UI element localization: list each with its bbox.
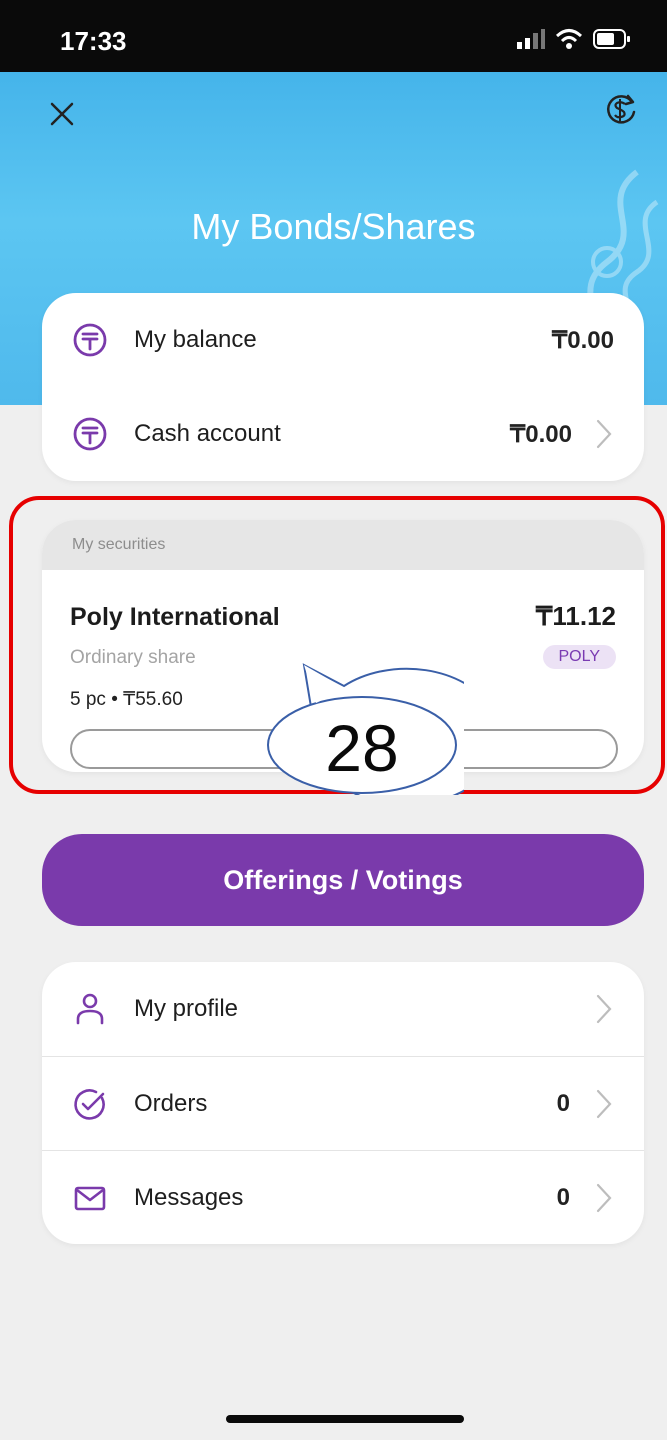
wifi-icon (555, 29, 583, 49)
currency-exchange-icon[interactable] (602, 90, 640, 128)
menu-label-orders: Orders (134, 1089, 208, 1117)
tenge-icon (73, 323, 107, 357)
page-title: My Bonds/Shares (191, 206, 476, 247)
menu-card: My profile Orders 0 Messages 0 (42, 962, 644, 1244)
my-balance-row: My balance ₸0.00 (42, 293, 644, 387)
offerings-votings-button[interactable]: Offerings / Votings (42, 834, 644, 926)
menu-label-my-profile: My profile (134, 995, 239, 1022)
battery-icon (593, 29, 630, 49)
menu-item-orders[interactable]: Orders 0 (42, 1056, 644, 1150)
user-icon (76, 993, 104, 1025)
tenge-icon (73, 417, 107, 451)
home-indicator[interactable] (226, 1415, 464, 1423)
orders-count: 0 (556, 1089, 570, 1117)
status-bar: 17:33 (0, 0, 667, 72)
my-balance-value: ₸0.00 (552, 326, 614, 354)
menu-item-my-profile[interactable]: My profile (42, 962, 644, 1056)
cash-account-row[interactable]: Cash account ₸0.00 (42, 387, 644, 481)
menu-label-messages: Messages (134, 1183, 244, 1211)
signal-icon (517, 29, 545, 49)
chevron-right-icon (596, 1183, 612, 1212)
my-balance-label: My balance (134, 326, 257, 353)
envelope-icon (74, 1186, 106, 1210)
balance-card: My balance ₸0.00 Cash account ₸0.00 (42, 293, 644, 481)
cash-account-label: Cash account (134, 420, 281, 447)
chevron-right-icon (596, 994, 612, 1024)
messages-count: 0 (556, 1183, 570, 1211)
chevron-right-icon (596, 1089, 612, 1118)
menu-item-messages[interactable]: Messages 0 (42, 1150, 644, 1244)
chevron-right-icon (596, 419, 612, 449)
annotation-number: 28 (325, 711, 399, 785)
check-circle-icon (74, 1088, 105, 1120)
cash-account-value: ₸0.00 (510, 420, 572, 448)
status-time: 17:33 (60, 26, 127, 56)
close-icon[interactable] (44, 96, 80, 132)
status-icons (515, 24, 631, 54)
